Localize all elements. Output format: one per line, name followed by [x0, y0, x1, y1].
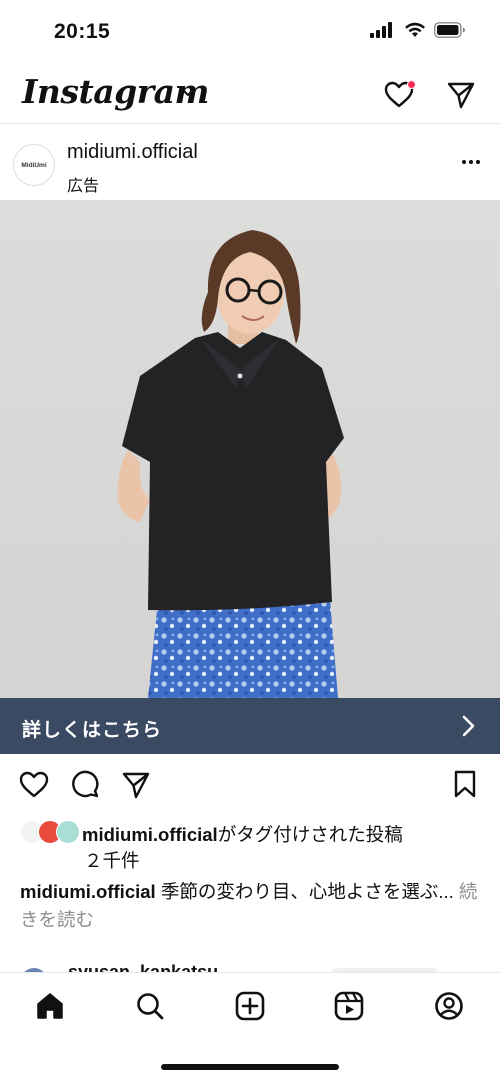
profile-icon: [435, 992, 463, 1020]
wifi-icon: [405, 22, 425, 37]
learn-more-label: 詳しくはこちら: [22, 720, 163, 741]
post-caption: midiumi.official 季節の変わり目、心地よさを選ぶ... 続きを読…: [20, 878, 480, 934]
like-heart-icon[interactable]: [19, 770, 49, 798]
post-image[interactable]: [0, 200, 500, 698]
comment-icon[interactable]: [71, 770, 99, 798]
notification-dot: [407, 80, 416, 89]
activity-button[interactable]: [384, 80, 416, 110]
bottom-tab-bar: [0, 972, 500, 1080]
model-photo: [117, 230, 344, 698]
status-icons: [370, 22, 466, 38]
home-indicator: [161, 1064, 339, 1070]
signal-icon: [370, 22, 392, 38]
sponsored-label: 広告: [67, 178, 100, 195]
avatar-logo-text: MidiUmi: [21, 161, 47, 169]
app-header: Instagram: [0, 66, 500, 124]
tagged-account[interactable]: midiumi.official: [82, 824, 218, 845]
post-actions: [0, 766, 500, 806]
learn-more-button[interactable]: 詳しくはこちら: [0, 698, 500, 754]
tab-home[interactable]: [33, 989, 67, 1023]
status-bar: 20:15: [0, 0, 500, 66]
create-icon: [235, 991, 265, 1021]
tagged-avatars: [20, 820, 80, 846]
more-options-icon[interactable]: [462, 160, 480, 164]
home-icon: [37, 993, 63, 1019]
tab-create[interactable]: [233, 989, 267, 1023]
tagged-avatar: [56, 820, 80, 844]
tagged-count: ２千件: [84, 850, 140, 871]
reels-icon: [334, 991, 364, 1021]
status-time: 20:15: [54, 20, 111, 43]
tab-profile[interactable]: [432, 989, 466, 1023]
post-header: MidiUmi midiumi.official 広告: [0, 130, 500, 200]
bookmark-icon[interactable]: [453, 770, 477, 798]
tagged-posts[interactable]: midiumi.officialがタグ付けされた投稿 ２千件: [0, 818, 500, 874]
send-icon[interactable]: [446, 80, 476, 110]
search-icon: [137, 993, 164, 1020]
tagged-suffix: がタグ付けされた投稿: [217, 824, 403, 845]
account-name[interactable]: midiumi.official: [67, 141, 198, 164]
chevron-right-icon: [462, 715, 475, 737]
share-send-icon[interactable]: [121, 770, 151, 800]
tab-search[interactable]: [133, 989, 167, 1023]
account-avatar[interactable]: MidiUmi: [13, 144, 55, 186]
battery-icon: [434, 22, 465, 38]
tagged-text: midiumi.officialがタグ付けされた投稿 ２千件: [82, 822, 482, 874]
chevron-down-icon[interactable]: [181, 88, 195, 98]
caption-account[interactable]: midiumi.official: [20, 881, 156, 902]
caption-text: 季節の変わり目、心地よさを選ぶ...: [155, 881, 454, 902]
tab-reels[interactable]: [332, 989, 366, 1023]
